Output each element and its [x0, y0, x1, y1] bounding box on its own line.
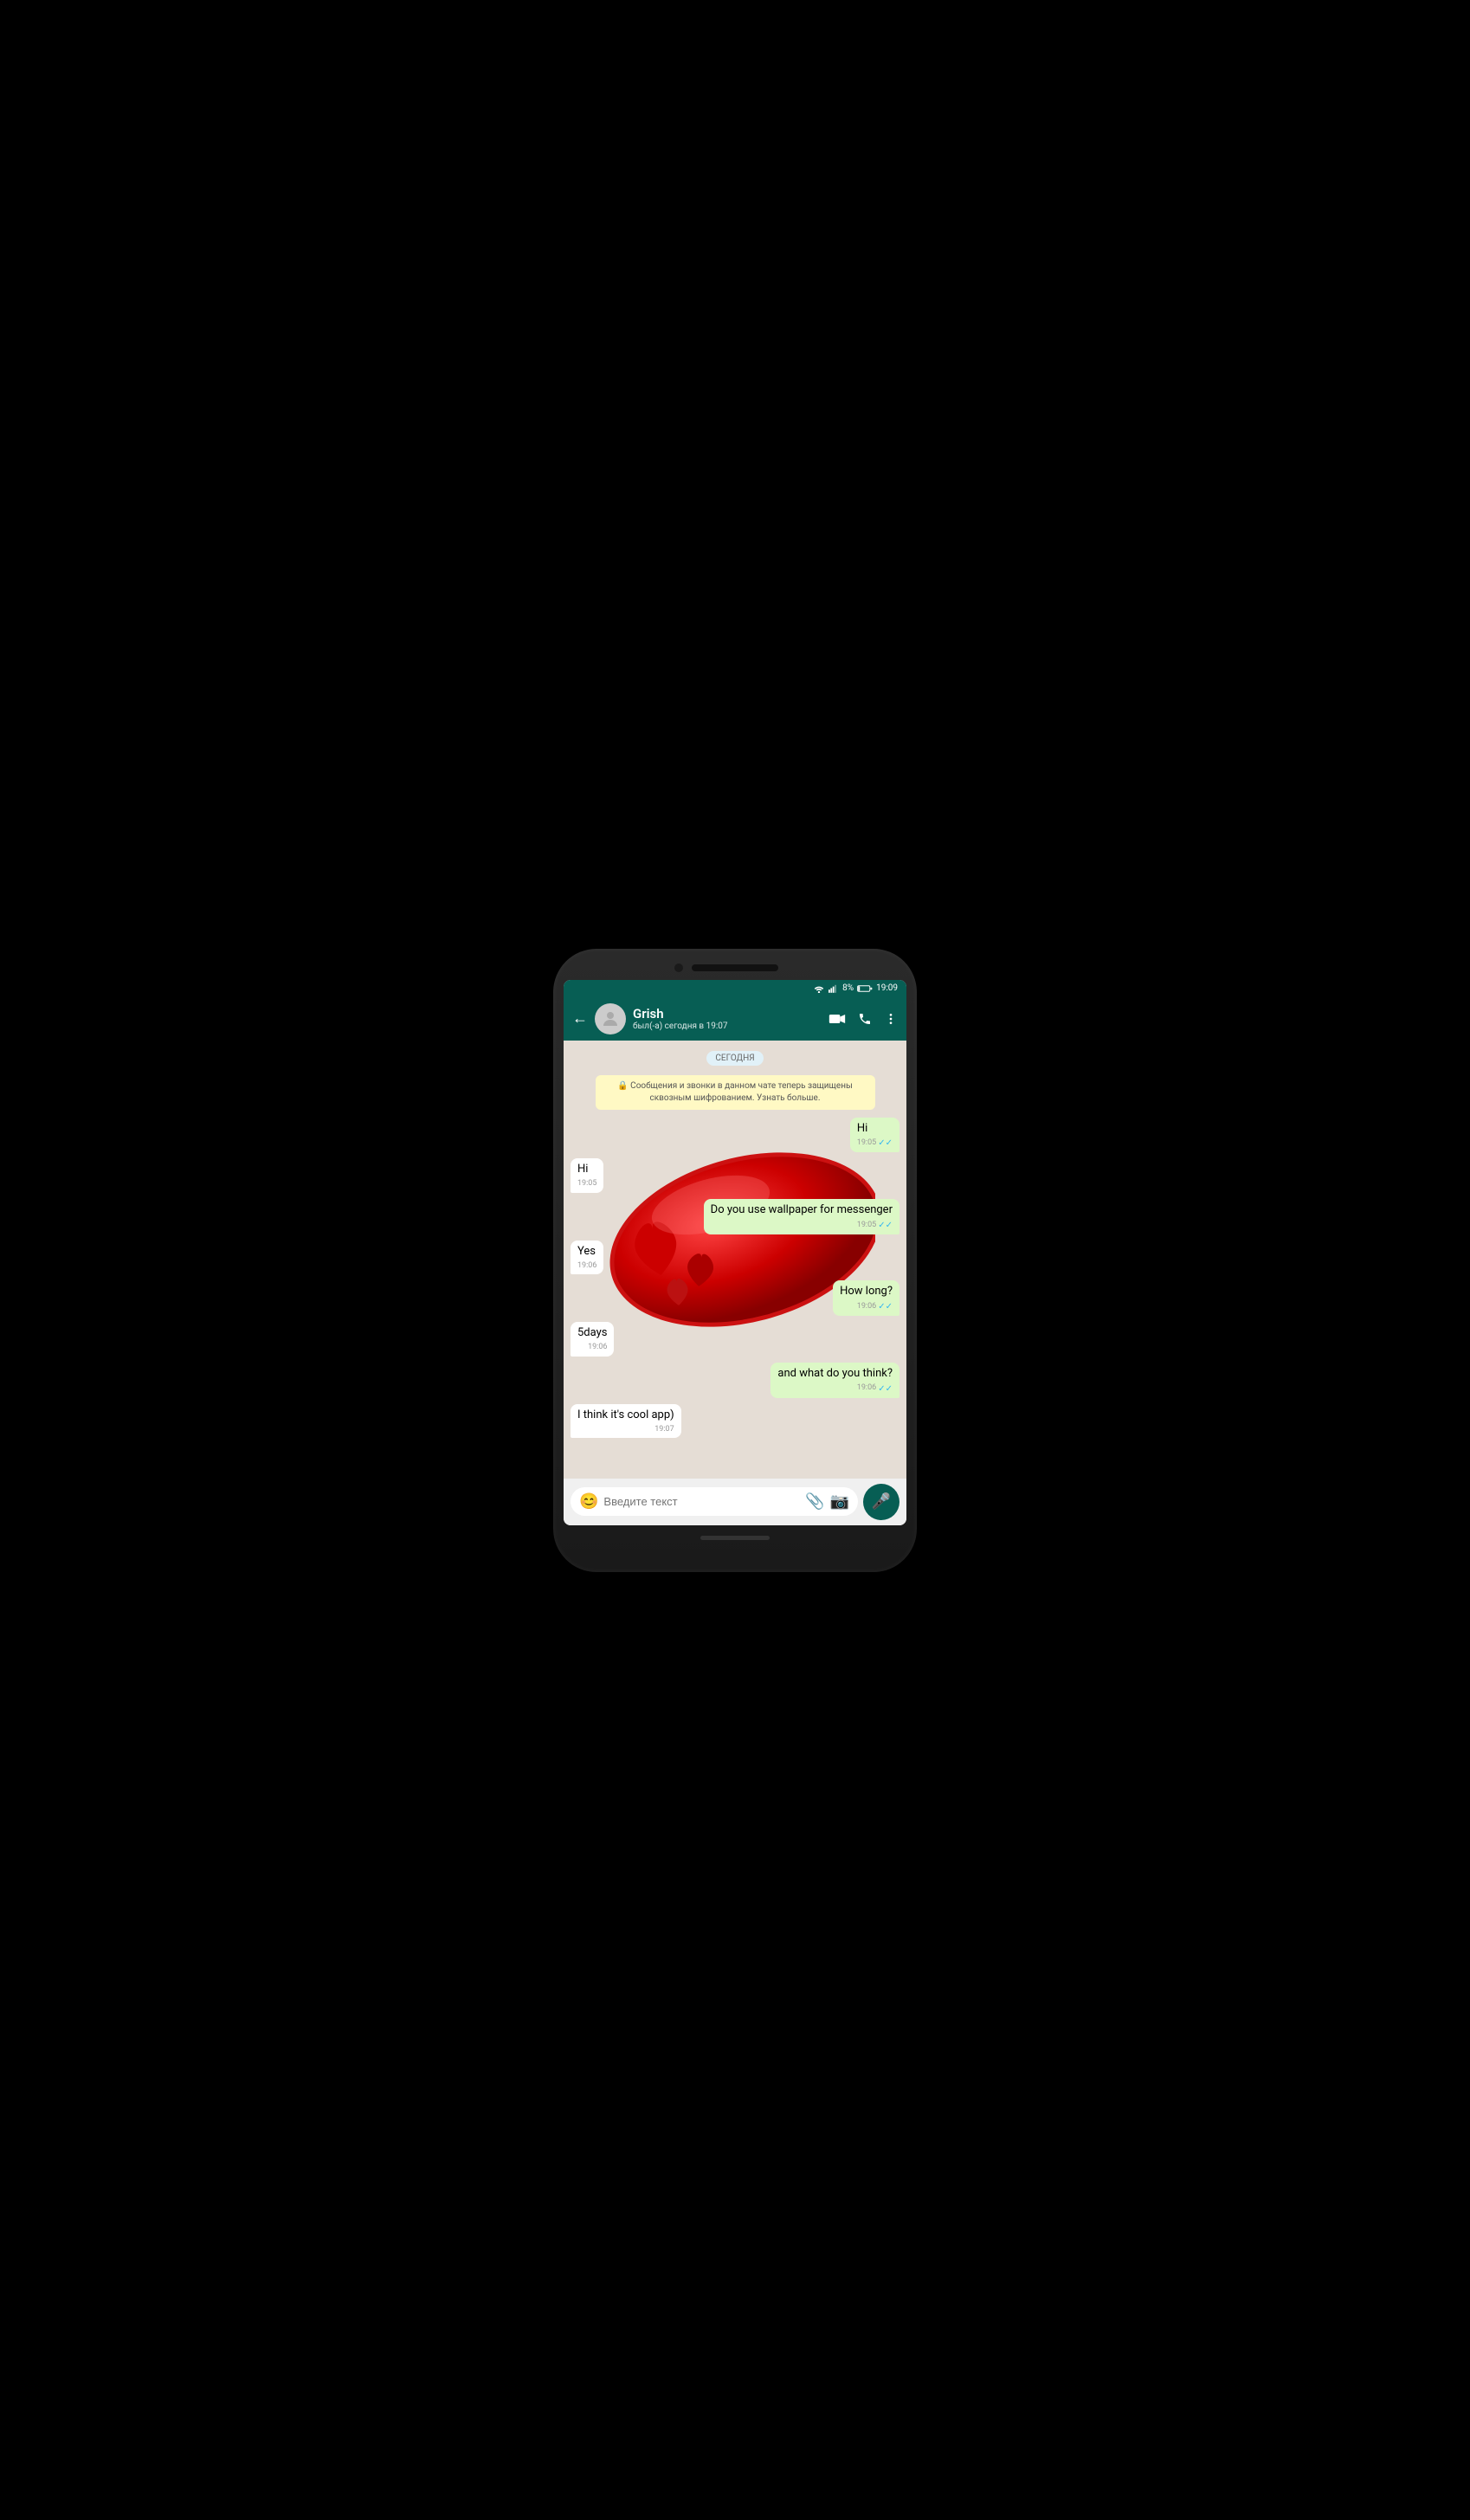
app-bar-actions [828, 1012, 898, 1026]
battery-text: 8% [842, 983, 854, 993]
message-text: Hi [577, 1163, 588, 1176]
signal-icon [828, 984, 839, 993]
video-call-icon[interactable] [828, 1013, 846, 1025]
message-text: I think it's cool app) [577, 1408, 674, 1421]
bubble-in: 5days 19:06 [571, 1322, 614, 1357]
message-row: and what do you think? 19:06 ✓✓ [571, 1363, 899, 1398]
bubble-out: Do you use wallpaper for messenger 19:05… [704, 1199, 899, 1234]
message-input[interactable] [603, 1495, 800, 1508]
message-time: 19:06 [588, 1343, 607, 1353]
message-row: I think it's cool app) 19:07 [571, 1404, 899, 1439]
date-badge: СЕГОДНЯ [706, 1051, 763, 1066]
battery-icon [857, 984, 873, 993]
message-time: 19:05 [577, 1179, 596, 1189]
status-time: 19:09 [876, 983, 898, 993]
home-bar [700, 1536, 770, 1540]
mic-icon: 🎤 [872, 1492, 891, 1511]
status-bar: 8% 19:09 [564, 980, 906, 997]
message-time: 19:06 [857, 1383, 876, 1394]
bubble-meta: 19:06 [577, 1343, 607, 1353]
bubble-meta: 19:06 ✓✓ [777, 1383, 893, 1395]
mic-button[interactable]: 🎤 [863, 1484, 899, 1520]
message-row: 5days 19:06 [571, 1322, 899, 1357]
message-text: Do you use wallpaper for messenger [711, 1203, 893, 1216]
bubble-meta: 19:06 [577, 1261, 596, 1272]
bubble-out: Hi 19:05 ✓✓ [850, 1118, 899, 1153]
message-text: and what do you think? [777, 1367, 893, 1380]
bubble-meta: 19:05 [577, 1179, 596, 1189]
message-time: 19:06 [577, 1261, 596, 1272]
phone-speaker [692, 964, 778, 971]
message-row: Yes 19:06 [571, 1241, 899, 1275]
message-text: 5days [577, 1326, 607, 1339]
app-bar: ← Grish был(-а) сегодня в 19:07 [564, 997, 906, 1041]
check-marks: ✓✓ [878, 1383, 893, 1395]
bubble-in: Yes 19:06 [571, 1241, 603, 1275]
phone-device: 8% 19:09 ← Grish был(-а) с [553, 949, 917, 1572]
message-time: 19:05 [857, 1221, 876, 1231]
chat-content: СЕГОДНЯ 🔒 Сообщения и звонки в данном ча… [571, 1047, 899, 1440]
bubble-meta: 19:05 ✓✓ [711, 1220, 893, 1231]
bubble-meta: 19:05 ✓✓ [857, 1138, 893, 1149]
attachment-button[interactable]: 📎 [805, 1492, 824, 1511]
phone-screen: 8% 19:09 ← Grish был(-а) с [564, 980, 906, 1525]
wifi-icon [813, 984, 825, 993]
message-time: 19:05 [857, 1138, 876, 1149]
message-row: Hi 19:05 ✓✓ [571, 1118, 899, 1153]
bubble-out: How long? 19:06 ✓✓ [833, 1280, 899, 1316]
contact-info: Grish был(-а) сегодня в 19:07 [633, 1006, 822, 1031]
message-time: 19:07 [654, 1425, 674, 1435]
bubble-out: and what do you think? 19:06 ✓✓ [770, 1363, 899, 1398]
system-message: 🔒 Сообщения и звонки в данном чате тепер… [596, 1075, 875, 1110]
avatar [595, 1003, 626, 1034]
voice-call-icon[interactable] [858, 1012, 872, 1026]
input-field-wrap: 😊 📎 📷 [571, 1487, 858, 1516]
emoji-button[interactable]: 😊 [579, 1492, 598, 1511]
check-marks: ✓✓ [878, 1220, 893, 1231]
message-text: How long? [840, 1285, 893, 1298]
check-marks: ✓✓ [878, 1301, 893, 1312]
back-button[interactable]: ← [572, 1009, 588, 1028]
chat-area: СЕГОДНЯ 🔒 Сообщения и звонки в данном ча… [564, 1041, 906, 1479]
message-time: 19:06 [857, 1302, 876, 1312]
contact-status: был(-а) сегодня в 19:07 [633, 1022, 822, 1031]
bubble-in: Hi 19:05 [571, 1158, 603, 1193]
message-row: Do you use wallpaper for messenger 19:05… [571, 1199, 899, 1234]
message-text: Yes [577, 1245, 596, 1258]
menu-icon[interactable] [884, 1012, 898, 1026]
message-text: Hi [857, 1122, 867, 1135]
bubble-meta: 19:07 [577, 1425, 674, 1435]
status-icons: 8% 19:09 [813, 983, 898, 993]
camera-button[interactable]: 📷 [830, 1492, 849, 1511]
bubble-in: I think it's cool app) 19:07 [571, 1404, 681, 1439]
message-row: Hi 19:05 [571, 1158, 899, 1193]
phone-bottom [564, 1525, 906, 1551]
contact-name: Grish [633, 1006, 822, 1022]
bubble-meta: 19:06 ✓✓ [840, 1301, 893, 1312]
message-row: How long? 19:06 ✓✓ [571, 1280, 899, 1316]
check-marks: ✓✓ [878, 1138, 893, 1149]
input-bar: 😊 📎 📷 🎤 [564, 1479, 906, 1525]
